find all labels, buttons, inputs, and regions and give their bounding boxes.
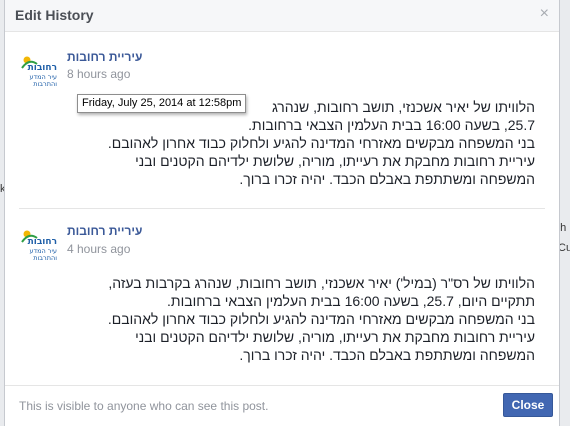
author-name[interactable]: עיריית רחובות [67, 224, 142, 238]
post-line: עיריית רחובות מחבקת את רעייתו, מוריה, של… [135, 329, 535, 345]
rehovot-logo[interactable]: רחובות עיר המדע והתרבות [19, 224, 59, 264]
dialog-footer: This is visible to anyone who can see th… [5, 385, 559, 426]
logo-text: רחובות [28, 63, 57, 73]
logo-text: והתרבות [33, 254, 57, 262]
post-line: הלוויתו של רס"ר (במיל') יאיר אשכנזי, תוש… [108, 275, 535, 291]
edit-history-dialog: Edit History × רחובות עיר המדע והתרבות ע… [4, 0, 560, 426]
post-line: תתקיים היום, 25.7, בשעה 16:00 בבית העלמי… [167, 293, 535, 309]
logo-text: והתרבות [33, 80, 57, 88]
author-name[interactable]: עיריית רחובות [67, 50, 142, 64]
post-line: המשפחה ומשתתפת באבלם הכבד. יהיה זכרו ברו… [239, 171, 535, 187]
close-button[interactable]: Close [503, 393, 553, 417]
logo-text: רחובות [28, 237, 57, 247]
post-line: המשפחה ומשתתפת באבלם הכבד. יהיה זכרו ברו… [239, 347, 535, 363]
post-text: הלוויתו של רס"ר (במיל') יאיר אשכנזי, תוש… [35, 274, 535, 364]
entry-divider [19, 208, 545, 209]
rehovot-logo[interactable]: רחובות עיר המדע והתרבות [19, 50, 59, 90]
post-line: בני המשפחה מבקשים מאזרחי המדינה להגיע ול… [107, 311, 535, 327]
post-timestamp[interactable]: 4 hours ago [67, 242, 130, 256]
close-icon[interactable]: × [540, 5, 549, 23]
post-line: בני המשפחה מבקשים מאזרחי המדינה להגיע ול… [107, 135, 535, 151]
timestamp-tooltip: Friday, July 25, 2014 at 12:58pm [77, 94, 247, 113]
post-line: עיריית רחובות מחבקת את רעייתו, מוריה, של… [135, 153, 535, 169]
post-timestamp[interactable]: 8 hours ago [67, 67, 130, 81]
post-line: 25.7, בשעה 16:00 בבית העלמין הצבאי ברחוב… [248, 117, 535, 133]
dialog-title: Edit History [15, 7, 94, 23]
history-entry: רחובות עיר המדע והתרבות עיריית רחובות 8 … [5, 36, 559, 206]
visibility-notice: This is visible to anyone who can see th… [19, 399, 269, 413]
dialog-header: Edit History × [5, 0, 559, 32]
history-entry: רחובות עיר המדע והתרבות עיריית רחובות 4 … [5, 212, 559, 382]
